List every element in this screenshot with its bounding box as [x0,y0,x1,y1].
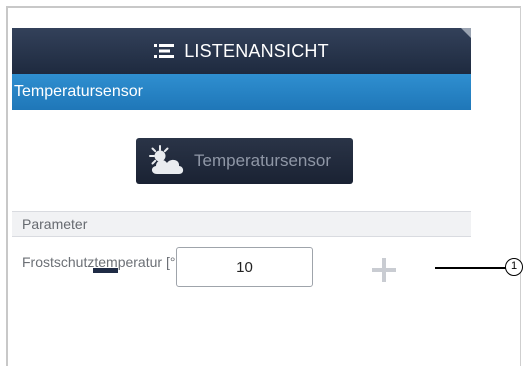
increase-button[interactable] [372,258,396,282]
callout-marker: 1 [505,258,523,276]
header-title: LISTENANSICHT [184,40,329,61]
callout-line [435,267,507,269]
decrease-button[interactable] [90,257,122,287]
list-view-header[interactable]: LISTENANSICHT [12,28,471,74]
temperature-sensor-button[interactable]: Temperatursensor [136,138,353,184]
list-view-icon [154,44,175,58]
weather-partly-cloudy-icon [149,145,184,174]
temperature-sensor-button-label: Temperatursensor [194,151,332,170]
parameter-section-label: Parameter [22,216,88,232]
device-title: Temperatursensor [14,83,143,100]
parameter-section-header: Parameter [12,211,471,237]
header-corner-marker [461,28,471,38]
frost-protection-temperature-input[interactable] [176,247,313,287]
device-title-bar: Temperatursensor [12,74,471,110]
